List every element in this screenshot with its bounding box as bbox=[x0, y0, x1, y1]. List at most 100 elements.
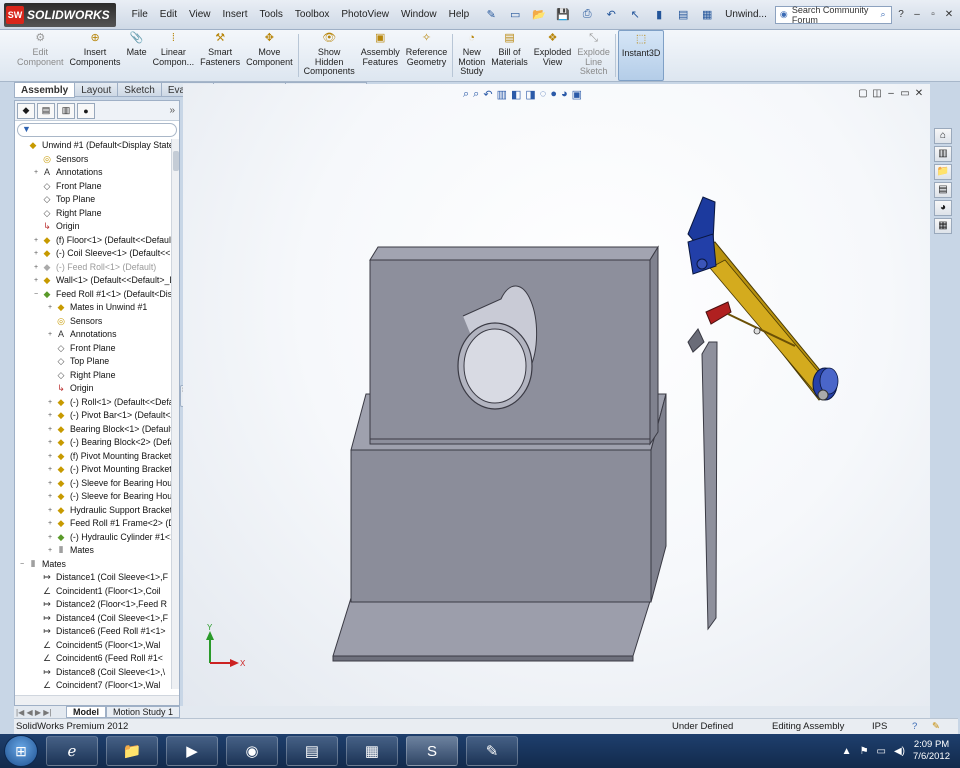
show-hidden-icons-icon[interactable]: ▲ bbox=[842, 746, 852, 757]
mate-button[interactable]: 📎 Mate bbox=[124, 30, 150, 81]
show-hidden-button[interactable]: 👁 Show Hidden Components bbox=[301, 30, 358, 81]
lower-block-front[interactable] bbox=[350, 449, 652, 603]
move-component-button[interactable]: ✥ Move Component bbox=[243, 30, 296, 81]
quick-tips-icon[interactable]: ? bbox=[912, 721, 932, 732]
tree-item[interactable]: + ◆ Bearing Block<1> (Default< bbox=[15, 423, 173, 437]
menu-file[interactable]: File bbox=[126, 5, 154, 25]
volume-icon[interactable]: ◀) bbox=[894, 746, 905, 757]
pivot-mounting-bracket[interactable] bbox=[687, 328, 705, 353]
feature-tree-icon[interactable]: ◆ bbox=[17, 102, 35, 119]
exploded-view-button[interactable]: ❖ Exploded View bbox=[531, 30, 575, 81]
tree-item[interactable]: + ◆ (-) Hydraulic Cylinder #1<1 bbox=[15, 531, 173, 545]
paint-icon[interactable]: ✎ bbox=[466, 736, 518, 766]
display-manager-icon[interactable]: ● bbox=[77, 102, 95, 119]
expand-toggle-icon[interactable]: + bbox=[31, 247, 41, 261]
expand-toggle-icon[interactable]: + bbox=[45, 436, 55, 450]
options-icon[interactable]: ▦ bbox=[696, 6, 718, 24]
insert-components-button[interactable]: ⊕ Insert Components bbox=[67, 30, 124, 81]
menu-window[interactable]: Window bbox=[395, 5, 443, 25]
tree-item[interactable]: ◇ Top Plane bbox=[15, 193, 173, 207]
menu-help[interactable]: Help bbox=[443, 5, 476, 25]
tree-item[interactable]: ↳ Origin bbox=[15, 382, 173, 396]
search-icon[interactable]: ⌕ bbox=[875, 9, 891, 20]
tree-item[interactable]: + A Annotations bbox=[15, 328, 173, 342]
tree-item[interactable]: + ◆ Feed Roll #1 Frame<2> (De bbox=[15, 517, 173, 531]
save-icon[interactable]: 💾 bbox=[552, 6, 574, 24]
menu-edit[interactable]: Edit bbox=[154, 5, 183, 25]
expand-toggle-icon[interactable]: + bbox=[45, 301, 55, 315]
expand-toggle-icon[interactable]: + bbox=[45, 328, 55, 342]
tree-item[interactable]: ◎ Sensors bbox=[15, 153, 173, 167]
tree-item[interactable]: + ◆ (-) Pivot Bar<1> (Default<A bbox=[15, 409, 173, 423]
assembly-model[interactable]: Y X bbox=[183, 84, 930, 706]
expand-toggle-icon[interactable]: + bbox=[45, 490, 55, 504]
start-button[interactable]: ⊞ bbox=[4, 735, 38, 767]
tree-item[interactable]: + ◆ Mates in Unwind #1 bbox=[15, 301, 173, 315]
tree-item[interactable]: ∠ Coincident7 (Floor<1>,Wal bbox=[15, 679, 173, 689]
custom-properties-icon[interactable]: ▦ bbox=[934, 218, 952, 234]
new-document-icon[interactable]: ▭ bbox=[504, 6, 526, 24]
tree-item[interactable]: + ◆ (-) Sleeve for Bearing House bbox=[15, 477, 173, 491]
floor-plate[interactable] bbox=[332, 597, 652, 657]
expand-toggle-icon[interactable]: + bbox=[45, 409, 55, 423]
expand-toggle-icon[interactable]: + bbox=[45, 504, 55, 518]
bill-of-materials-button[interactable]: ▤ Bill of Materials bbox=[488, 30, 531, 81]
tree-filter-input[interactable]: ▼ bbox=[17, 123, 177, 137]
notepad-icon[interactable]: ▤ bbox=[286, 736, 338, 766]
tree-item[interactable]: ∠ Coincident6 (Feed Roll #1< bbox=[15, 652, 173, 666]
hydraulic-support-bracket[interactable] bbox=[705, 301, 732, 325]
configuration-manager-icon[interactable]: ▥ bbox=[57, 102, 75, 119]
reference-geometry-button[interactable]: ✧ Reference Geometry bbox=[403, 30, 451, 81]
expand-toggle-icon[interactable]: + bbox=[31, 261, 41, 275]
search-box[interactable]: ◉ Search Community Forum ⌕ bbox=[774, 5, 892, 25]
model-tab-model[interactable]: Model bbox=[66, 706, 106, 718]
menu-photoview-360[interactable]: PhotoView 360 bbox=[335, 5, 395, 40]
rebuild-icon[interactable]: ▮ bbox=[648, 6, 670, 24]
feed-roll-frame[interactable] bbox=[701, 341, 718, 631]
tree-item[interactable]: + ⫴ Mates bbox=[15, 544, 173, 558]
network-icon[interactable]: ▭ bbox=[877, 746, 886, 757]
expand-toggle-icon[interactable]: − bbox=[17, 558, 27, 572]
expand-toggle-icon[interactable]: − bbox=[31, 288, 41, 302]
graphics-area[interactable]: ⌕ ⌕ ↶ ▥ ◧ ◨ ◌ ● ◕ ▣ ▢ ◫ – ▭ ✕ Y X bbox=[183, 84, 930, 706]
tree-item[interactable]: + ◆ Wall<1> (Default<<Default>_D bbox=[15, 274, 173, 288]
tree-item[interactable]: + ◆ (-) Feed Roll<1> (Default) bbox=[15, 261, 173, 275]
tree-item[interactable]: ◇ Right Plane bbox=[15, 369, 173, 383]
tree-horizontal-scrollbar[interactable] bbox=[15, 695, 179, 705]
tree-item[interactable]: ◎ Sensors bbox=[15, 315, 173, 329]
tree-item[interactable]: + ◆ (-) Coil Sleeve<1> (Default<<D bbox=[15, 247, 173, 261]
view-palette-icon[interactable]: ▤ bbox=[934, 182, 952, 198]
tree-item[interactable]: ◇ Front Plane bbox=[15, 180, 173, 194]
unit-system[interactable]: IPS bbox=[872, 721, 912, 732]
appearances-icon[interactable]: ◕ bbox=[934, 200, 952, 216]
scroll-thumb[interactable] bbox=[173, 151, 179, 171]
tree-item[interactable]: − ◆ Feed Roll #1<1> (Default<Disp bbox=[15, 288, 173, 302]
open-icon[interactable]: 📂 bbox=[528, 6, 550, 24]
pin-status-icon[interactable]: ✎ bbox=[932, 721, 958, 732]
edit-component-button[interactable]: ⚙ Edit Component bbox=[14, 30, 67, 81]
help-icon[interactable]: ? bbox=[894, 8, 908, 22]
tree-item[interactable]: − ⫴ Mates bbox=[15, 558, 173, 572]
solidworks-logo[interactable]: SW SOLIDWORKS bbox=[4, 2, 116, 27]
expand-toggle-icon[interactable]: + bbox=[45, 423, 55, 437]
undo-icon[interactable]: ↶ bbox=[600, 6, 622, 24]
explode-line-button[interactable]: ⤡ Explode Line Sketch bbox=[574, 30, 613, 81]
minimize-icon[interactable]: – bbox=[910, 8, 924, 22]
file-explorer-taskbar-icon[interactable]: 📁 bbox=[106, 736, 158, 766]
print-icon[interactable]: ⎙ bbox=[576, 6, 598, 24]
tree-item[interactable]: ↦ Distance2 (Floor<1>,Feed R bbox=[15, 598, 173, 612]
tree-item[interactable]: ◆ Unwind #1 (Default<Display State- bbox=[15, 139, 173, 153]
tree-item[interactable]: + ◆ Hydraulic Support Bracket< bbox=[15, 504, 173, 518]
expand-toggle-icon[interactable]: + bbox=[31, 234, 41, 248]
linear-pattern-button[interactable]: ⁞ Linear Compon... bbox=[150, 30, 198, 81]
motion-study-button[interactable]: ◔ New Motion Study bbox=[455, 30, 488, 81]
tree-item[interactable]: ◇ Top Plane bbox=[15, 355, 173, 369]
tree-item[interactable]: ∠ Coincident5 (Floor<1>,Wal bbox=[15, 639, 173, 653]
outlook-icon[interactable]: ◉ bbox=[226, 736, 278, 766]
tree-item[interactable]: ↳ Origin bbox=[15, 220, 173, 234]
property-manager-icon[interactable]: ▤ bbox=[37, 102, 55, 119]
tree-item[interactable]: + ◆ (-) Bearing Block<2> (Defa bbox=[15, 436, 173, 450]
expand-toggle-icon[interactable]: + bbox=[45, 396, 55, 410]
model-tab-motion-study-1[interactable]: Motion Study 1 bbox=[106, 706, 181, 718]
expand-toggle-icon[interactable]: + bbox=[45, 450, 55, 464]
